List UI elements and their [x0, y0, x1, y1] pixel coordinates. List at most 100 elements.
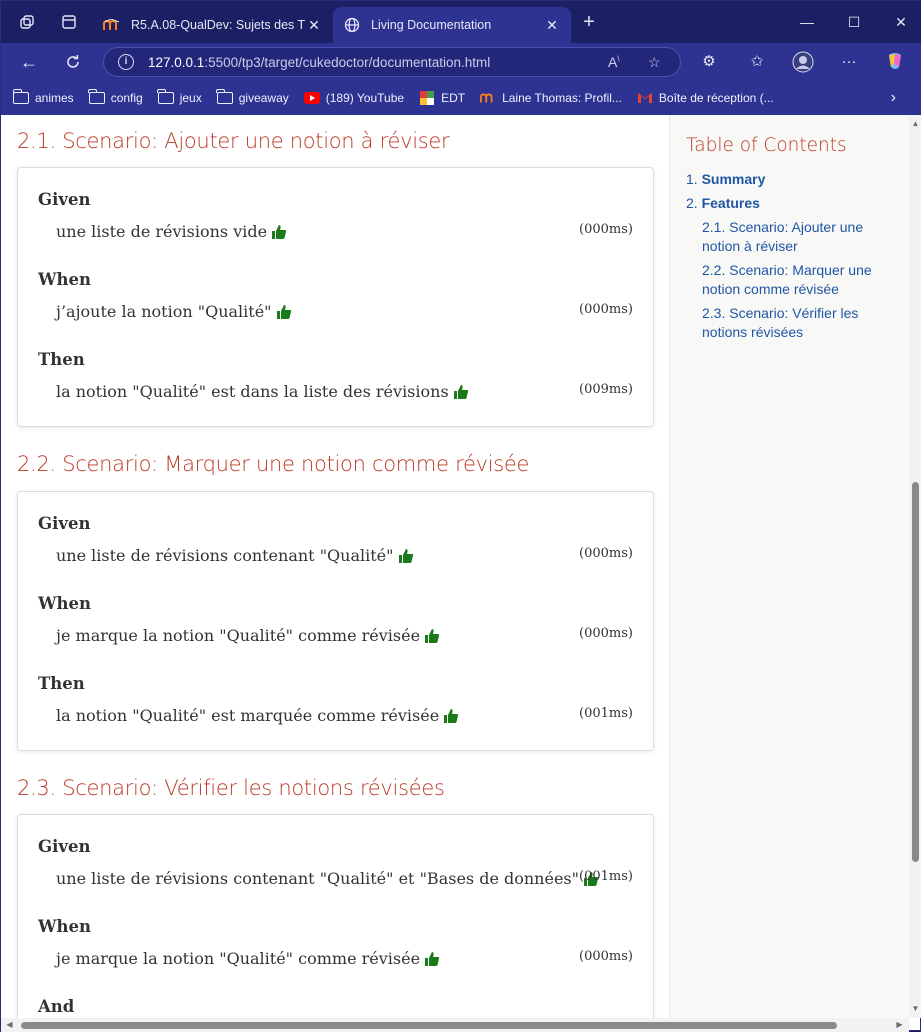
- scenario-title: 2.2. Scenario: Marquer une notion comme …: [17, 452, 530, 476]
- scenario-title: 2.3. Scenario: Vérifier les notions révi…: [17, 776, 445, 800]
- more-menu-icon[interactable]: ···: [837, 51, 861, 73]
- moodle-icon: [103, 17, 121, 33]
- step: Given une liste de révisions contenant "…: [18, 492, 653, 572]
- edt-icon: [419, 91, 435, 105]
- step-text: la notion "Qualité" est dans la liste de…: [56, 382, 469, 401]
- scroll-up-arrow-icon[interactable]: ▲: [911, 119, 920, 128]
- vertical-scroll-thumb[interactable]: [912, 482, 919, 862]
- step-text: j’ajoute la notion "Qualité": [56, 302, 292, 321]
- step-text: une liste de révisions contenant "Qualit…: [56, 546, 414, 565]
- bookmark-youtube[interactable]: (189) YouTube: [303, 91, 405, 105]
- url-path: :5500/tp3/target/cukedoctor/documentatio…: [204, 54, 491, 70]
- favorites-icon[interactable]: ✩: [745, 51, 769, 73]
- bookmarks-bar: animes config jeux giveaway (189) YouTub…: [1, 81, 921, 115]
- title-bar: R5.A.08-QualDev: Sujets des TPs ✕ Living…: [1, 1, 921, 43]
- tab-actions-icon[interactable]: [57, 10, 81, 34]
- step-duration: (000ms): [579, 546, 633, 561]
- tab-title: R5.A.08-QualDev: Sujets des TPs: [131, 18, 305, 32]
- bookmark-label: (189) YouTube: [325, 91, 405, 105]
- step-duration: (000ms): [579, 949, 633, 964]
- page-content: 2.1. Scenario: Ajouter une notion à révi…: [1, 115, 909, 1018]
- bookmark-profil[interactable]: Laine Thomas: Profil...: [480, 91, 622, 105]
- refresh-icon[interactable]: [59, 49, 87, 75]
- folder-icon: [88, 89, 105, 105]
- scroll-right-arrow-icon[interactable]: ▶: [895, 1020, 904, 1029]
- step-keyword: Then: [38, 674, 85, 693]
- step: When je marque la notion "Qualité" comme…: [18, 572, 653, 652]
- step-duration: (001ms): [579, 706, 633, 721]
- new-tab-button[interactable]: +: [577, 11, 601, 35]
- youtube-icon: [303, 91, 320, 105]
- favorite-star-icon[interactable]: ☆: [648, 54, 661, 71]
- toc-title: Table of Contents: [686, 135, 847, 156]
- site-info-icon[interactable]: i: [118, 54, 134, 70]
- extensions-icon[interactable]: ⚙: [697, 51, 721, 73]
- folder-icon: [157, 89, 174, 105]
- scenario-card: Given une liste de révisions contenant "…: [17, 814, 654, 1018]
- globe-icon: [343, 17, 361, 33]
- address-bar[interactable]: i 127.0.0.1 :5500/tp3/target/cukedoctor/…: [103, 47, 681, 77]
- scroll-down-arrow-icon[interactable]: ▼: [911, 1004, 920, 1013]
- step-keyword: And: [38, 997, 75, 1016]
- toc-link-scenario-1[interactable]: 2.1. Scenario: Ajouter une notion à révi…: [686, 218, 893, 256]
- step: Given une liste de révisions vide (000ms…: [18, 168, 653, 248]
- step-text: je marque la notion "Qualité" comme révi…: [56, 949, 440, 968]
- thumbs-up-icon: [453, 384, 468, 399]
- copilot-icon[interactable]: [883, 51, 907, 73]
- bookmark-giveaway[interactable]: giveaway: [216, 89, 289, 105]
- step-text: une liste de révisions contenant "Qualit…: [56, 869, 599, 888]
- bookmark-config[interactable]: config: [88, 89, 143, 105]
- horizontal-scroll-thumb[interactable]: [21, 1022, 837, 1029]
- bookmark-label: Laine Thomas: Profil...: [502, 91, 622, 105]
- step-keyword: When: [38, 594, 92, 613]
- step: And: [18, 975, 653, 1018]
- step-keyword: When: [38, 917, 92, 936]
- step: Then la notion "Qualité" est marquée com…: [18, 652, 653, 732]
- bookmark-jeux[interactable]: jeux: [157, 89, 202, 105]
- step-keyword: Given: [38, 514, 91, 533]
- tab-close-button[interactable]: ✕: [543, 17, 561, 34]
- tab-living-documentation[interactable]: Living Documentation ✕: [333, 7, 571, 43]
- browser-window: R5.A.08-QualDev: Sujets des TPs ✕ Living…: [0, 0, 921, 1032]
- step-keyword: Then: [38, 350, 85, 369]
- maximize-button[interactable]: ☐: [834, 9, 874, 35]
- step: Then la notion "Qualité" est dans la lis…: [18, 328, 653, 408]
- scroll-left-arrow-icon[interactable]: ◀: [5, 1020, 14, 1029]
- table-of-contents: Table of Contents 1. Summary 2. Features…: [669, 115, 909, 1018]
- tab-qualdev[interactable]: R5.A.08-QualDev: Sujets des TPs ✕: [93, 7, 333, 43]
- toc-link-summary[interactable]: 1. Summary: [686, 170, 893, 189]
- bookmark-animes[interactable]: animes: [12, 89, 74, 105]
- toc-link-scenario-2[interactable]: 2.2. Scenario: Marquer une notion comme …: [686, 261, 893, 299]
- bookmark-gmail[interactable]: Boîte de réception (...: [637, 91, 774, 105]
- vertical-scrollbar[interactable]: ▲ ▼: [909, 115, 921, 1018]
- moodle-icon: [480, 91, 496, 105]
- step-duration: (001ms): [579, 869, 633, 884]
- chevron-right-icon[interactable]: ›: [891, 89, 896, 107]
- bookmark-label: giveaway: [238, 91, 289, 105]
- back-arrow-icon[interactable]: ←: [15, 49, 43, 75]
- step-text: je marque la notion "Qualité" comme révi…: [56, 626, 440, 645]
- thumbs-up-icon: [425, 951, 440, 966]
- folder-icon: [216, 89, 233, 105]
- minimize-button[interactable]: —: [787, 9, 827, 35]
- avatar[interactable]: [791, 51, 815, 73]
- read-aloud-icon[interactable]: A\: [608, 54, 620, 70]
- thumbs-up-icon: [276, 304, 291, 319]
- toc-link-scenario-3[interactable]: 2.3. Scenario: Vérifier les notions révi…: [686, 304, 893, 342]
- tab-title: Living Documentation: [371, 18, 492, 32]
- scenario-title: 2.1. Scenario: Ajouter une notion à révi…: [17, 129, 450, 153]
- step-keyword: Given: [38, 190, 91, 209]
- url-host: 127.0.0.1: [148, 54, 205, 70]
- horizontal-scrollbar[interactable]: ◀ ▶: [1, 1018, 909, 1032]
- tab-close-button[interactable]: ✕: [305, 17, 323, 34]
- step-keyword: Given: [38, 837, 91, 856]
- gmail-icon: [637, 91, 653, 105]
- close-window-button[interactable]: ✕: [881, 9, 921, 35]
- bookmark-edt[interactable]: EDT: [419, 91, 465, 105]
- step: When j’ajoute la notion "Qualité" (000ms…: [18, 248, 653, 328]
- folder-icon: [12, 89, 29, 105]
- workspaces-icon[interactable]: [15, 10, 39, 34]
- toc-link-features[interactable]: 2. Features: [686, 194, 893, 213]
- main-content: 2.1. Scenario: Ajouter une notion à révi…: [1, 115, 669, 1018]
- thumbs-up-icon: [398, 548, 413, 563]
